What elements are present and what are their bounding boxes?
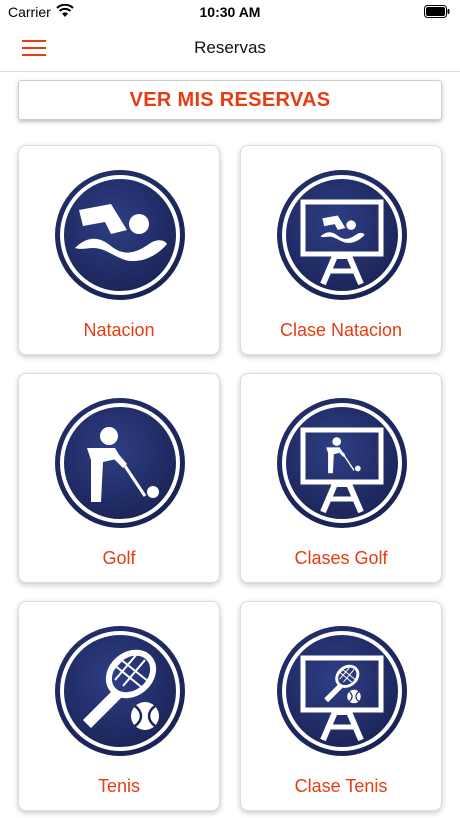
activity-card-natacion[interactable]: Natacion <box>18 145 220 355</box>
golf-icon <box>53 396 187 530</box>
card-label: Clase Tenis <box>294 776 388 796</box>
card-label: Clase Natacion <box>279 320 403 340</box>
card-label: Clases Golf <box>294 548 388 568</box>
activity-card-golf[interactable]: Golf <box>18 373 220 583</box>
card-label: Golf <box>102 548 136 568</box>
swimming-icon <box>53 168 187 302</box>
swimming-class-icon <box>275 168 409 302</box>
activity-grid: Natacion Clase Natacion Golf Clases Golf… <box>18 145 442 811</box>
golf-class-icon <box>275 396 409 530</box>
activity-card-tenis[interactable]: Tenis <box>18 601 220 811</box>
activity-card-clase-natacion[interactable]: Clase Natacion <box>240 145 442 355</box>
clock: 10:30 AM <box>199 4 261 20</box>
card-label: Tenis <box>97 776 141 796</box>
view-my-bookings-button[interactable]: VER MIS RESERVAS <box>18 80 442 120</box>
status-bar: Carrier 10:30 AM <box>0 0 460 24</box>
activity-card-clases-golf[interactable]: Clases Golf <box>240 373 442 583</box>
tennis-icon <box>53 624 187 758</box>
tennis-class-icon <box>275 624 409 758</box>
navigation-bar: Reservas <box>0 24 460 72</box>
activity-card-clase-tenis[interactable]: Clase Tenis <box>240 601 442 811</box>
page-title: Reservas <box>194 38 266 57</box>
card-label: Natacion <box>83 320 155 340</box>
battery-icon <box>424 5 450 18</box>
